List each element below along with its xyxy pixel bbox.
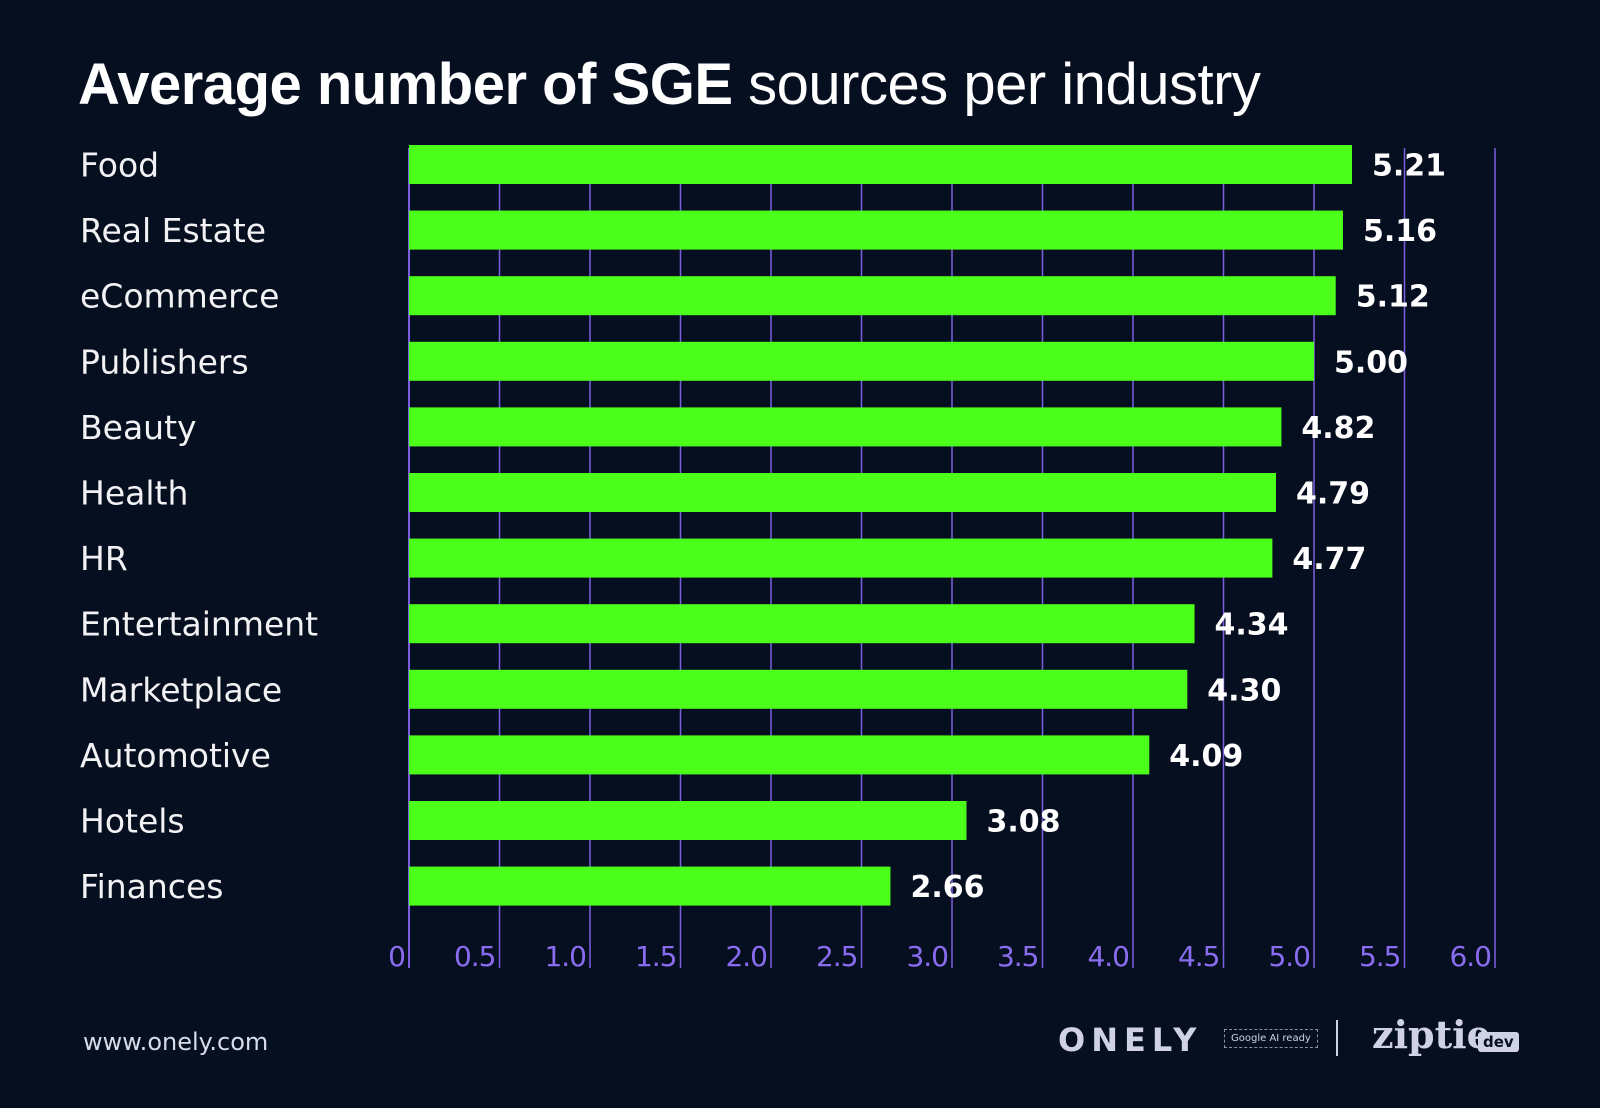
x-tick-label: 5.0 [1268,940,1310,973]
ziptie-dev-badge: dev [1478,1032,1519,1052]
logo-divider [1336,1020,1338,1056]
value-label: 4.77 [1292,542,1366,577]
category-label: HR [80,539,128,578]
bar [409,801,967,840]
category-label: eCommerce [80,277,279,316]
x-tick-label: 0 [388,940,405,973]
category-label: Food [80,146,159,185]
category-label: Entertainment [80,605,318,644]
x-tick-label: 1.0 [544,940,586,973]
x-tick-label: 2.5 [816,940,858,973]
category-label: Beauty [80,408,197,447]
value-label: 5.16 [1363,214,1437,249]
ziptie-logo: ziptie [1372,1012,1491,1057]
value-label: 2.66 [910,870,984,905]
value-label: 4.79 [1296,477,1370,512]
x-tick-label: 5.5 [1359,940,1401,973]
bar [409,145,1353,184]
bar [409,341,1314,381]
bar [409,669,1188,709]
category-label: Real Estate [80,211,266,250]
x-tick-label: 1.5 [635,940,677,973]
bar [409,604,1195,644]
x-tick-labels: 0 0.5 1.0 1.5 2.0 2.5 3.0 3.5 4.0 4.5 5.0 5.5 6.0 [388,940,1492,973]
onely-logo-tag: Google AI ready [1224,1029,1318,1048]
bar [409,735,1150,775]
value-label: 4.30 [1207,673,1281,708]
x-tick-label: 4.5 [1178,940,1220,973]
x-tick-label: 3.5 [997,940,1039,973]
bar [409,866,891,906]
x-tick-label: 0.5 [454,940,496,973]
bar [409,407,1282,447]
bar [409,473,1276,512]
bar [409,538,1273,578]
value-label: 5.21 [1372,149,1446,184]
category-label: Health [80,474,188,513]
value-label: 4.09 [1169,739,1243,774]
category-label: Marketplace [80,670,282,709]
value-label: 5.12 [1356,280,1430,315]
category-label: Automotive [80,736,271,775]
category-label: Publishers [80,342,249,381]
onely-logo: ONELY [1058,1021,1203,1059]
bar [409,210,1343,250]
bars [409,145,1353,906]
bar-chart: Food Real Estate eCommerce Publishers Beauty… [80,145,1496,973]
value-label: 4.82 [1301,411,1375,446]
value-label: 4.34 [1215,608,1289,643]
x-tick-label: 2.0 [725,940,767,973]
footer-url[interactable]: www.onely.com [83,1028,268,1056]
bar [409,276,1336,316]
x-tick-label: 4.0 [1087,940,1129,973]
category-labels: Food Real Estate eCommerce Publishers Beauty… [80,146,318,907]
value-labels: 5.21 5.16 5.12 5.00 4.82 4.79 4.774.34 4.30 4.09… [910,149,1446,906]
x-tick-label: 6.0 [1449,940,1491,973]
x-tick-label: 3.0 [906,940,948,973]
category-label: Hotels [80,802,185,841]
category-label: Finances [80,867,223,906]
value-label: 5.00 [1334,345,1408,380]
value-label: 3.08 [986,805,1060,840]
